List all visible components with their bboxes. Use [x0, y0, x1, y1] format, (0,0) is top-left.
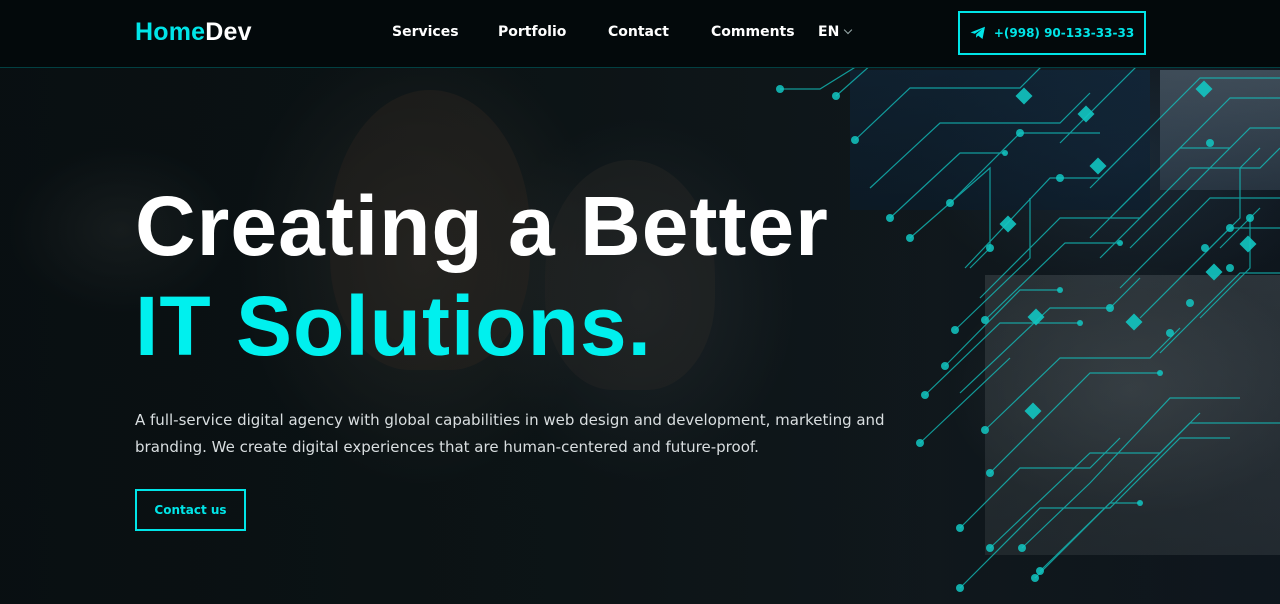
hero-title: Creating a Better IT Solutions. [135, 176, 829, 376]
nav-services[interactable]: Services [392, 24, 459, 40]
language-selector[interactable]: EN [818, 24, 853, 40]
phone-number: +(998) 90-133-33-33 [993, 26, 1135, 40]
nav-contact[interactable]: Contact [608, 24, 669, 40]
chevron-down-icon [844, 25, 853, 35]
contact-us-button[interactable]: Contact us [135, 489, 246, 531]
brand-logo[interactable]: HomeDev [135, 18, 252, 47]
phone-button[interactable]: +(998) 90-133-33-33 [958, 11, 1146, 55]
nav-portfolio[interactable]: Portfolio [498, 24, 566, 40]
telegram-icon [970, 26, 985, 39]
hero-title-line2: IT Solutions. [135, 279, 652, 373]
brand-logo-part2: Dev [205, 18, 252, 46]
hero-description: A full-service digital agency with globa… [135, 411, 885, 456]
top-navbar: HomeDev Services Portfolio Contact Comme… [0, 0, 1280, 68]
hero-title-line1: Creating a Better [135, 179, 829, 273]
circuit-decoration [776, 68, 1280, 592]
language-label: EN [818, 24, 840, 40]
brand-logo-part1: Home [135, 18, 206, 46]
nav-comments[interactable]: Comments [711, 24, 795, 40]
